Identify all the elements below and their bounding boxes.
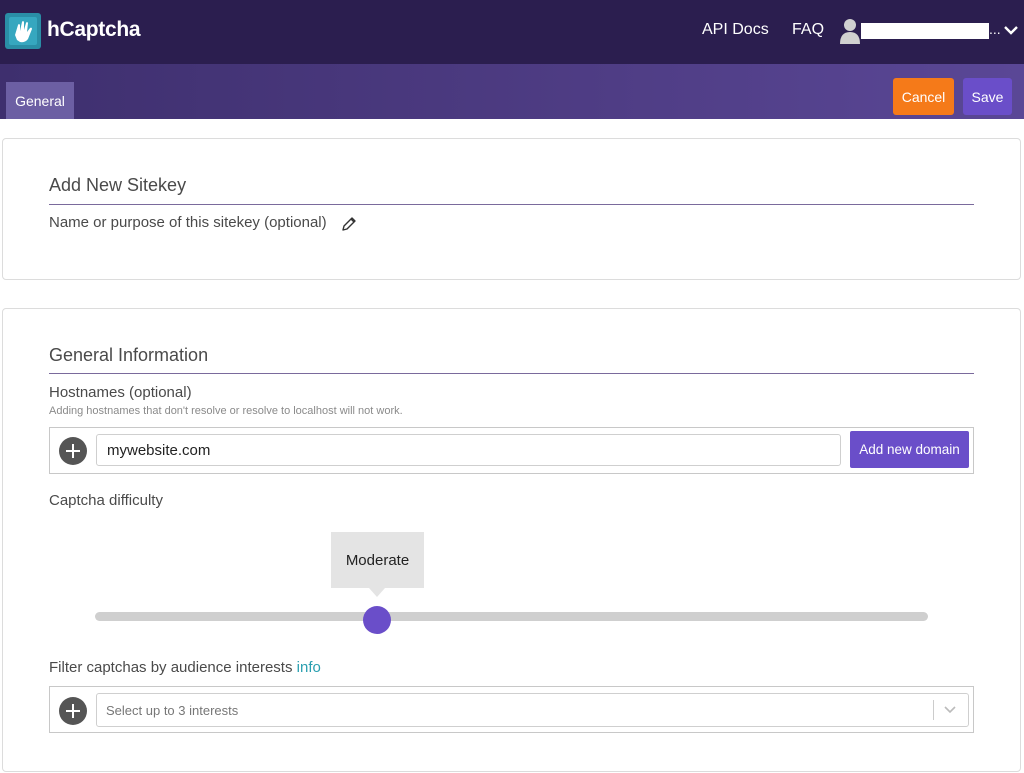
interests-placeholder: Select up to 3 interests — [106, 703, 239, 718]
section-divider — [49, 204, 974, 205]
sitekey-card — [2, 138, 1021, 280]
chevron-down-icon[interactable] — [1004, 25, 1018, 35]
tab-general[interactable]: General — [6, 82, 74, 119]
cancel-button[interactable]: Cancel — [893, 78, 954, 115]
user-name-ellipsis: ... — [989, 21, 1001, 37]
difficulty-slider-track[interactable] — [95, 612, 928, 621]
difficulty-tooltip: Moderate — [331, 532, 424, 588]
hostnames-label: Hostnames (optional) — [49, 384, 192, 401]
tooltip-arrow — [369, 588, 385, 597]
general-section-title: General Information — [49, 345, 209, 365]
plus-circle-icon[interactable] — [59, 697, 87, 725]
hcaptcha-logo-icon[interactable] — [5, 13, 41, 49]
pencil-icon[interactable] — [341, 216, 357, 232]
sitekey-section-title: Add New Sitekey — [49, 175, 187, 195]
section-divider — [49, 373, 974, 374]
filter-interests-label: Filter captchas by audience interests in… — [49, 659, 321, 676]
difficulty-slider-thumb[interactable] — [363, 606, 391, 634]
api-docs-link[interactable]: API Docs — [702, 21, 769, 39]
captcha-difficulty-label: Captcha difficulty — [49, 492, 163, 509]
filter-interests-text: Filter captchas by audience interests — [49, 659, 293, 676]
info-link[interactable]: info — [297, 659, 321, 676]
brand-name[interactable]: hCaptcha — [47, 18, 141, 42]
chevron-down-icon[interactable] — [943, 705, 957, 715]
select-separator — [933, 700, 934, 720]
hostnames-hint: Adding hostnames that don't resolve or r… — [49, 405, 403, 417]
hostname-input[interactable] — [96, 434, 841, 466]
faq-link[interactable]: FAQ — [792, 21, 824, 39]
sub-header — [0, 64, 1024, 119]
plus-circle-icon[interactable] — [59, 437, 87, 465]
sitekey-name-field[interactable]: Name or purpose of this sitekey (optiona… — [49, 214, 327, 231]
user-avatar-icon[interactable] — [840, 18, 860, 44]
user-name-redacted[interactable] — [861, 23, 989, 39]
add-new-domain-button[interactable]: Add new domain — [850, 431, 969, 468]
save-button[interactable]: Save — [963, 78, 1012, 115]
